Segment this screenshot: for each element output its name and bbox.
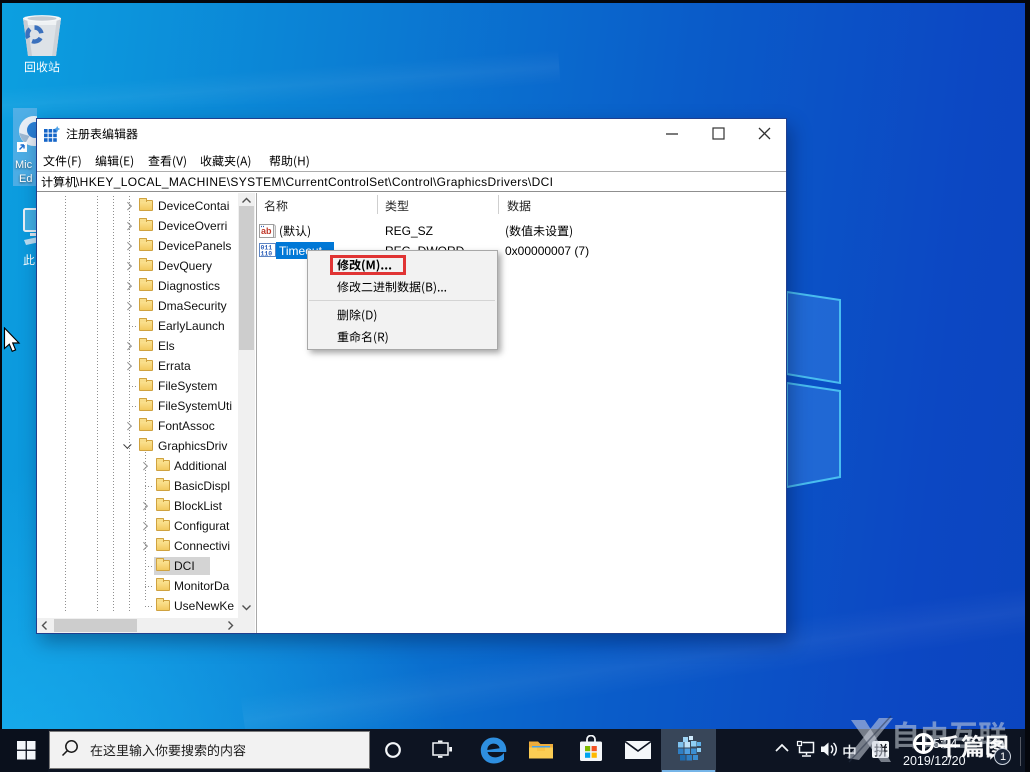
svg-text:ab: ab [261, 226, 272, 236]
svg-text:110: 110 [261, 250, 273, 257]
